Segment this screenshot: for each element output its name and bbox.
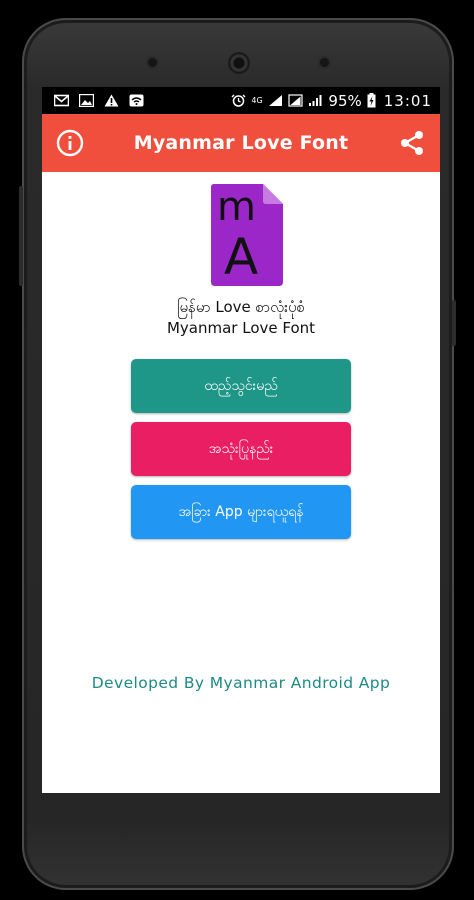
signal-bars-icon [309, 95, 322, 106]
how-to-use-button-label: အသုံးပြုနည်း [208, 440, 274, 457]
alarm-icon [231, 94, 246, 107]
app-title-bar-text: Myanmar Love Font [133, 132, 349, 154]
wifi-hotspot-icon [129, 94, 144, 107]
install-button-label: ထည့်သွင်းမည် [204, 377, 278, 394]
install-button[interactable]: ထည့်သွင်းမည် [131, 359, 351, 413]
more-apps-button[interactable]: အခြား App များရယူရန် [131, 485, 351, 539]
share-button[interactable] [384, 114, 440, 172]
app-bar: Myanmar Love Font [42, 114, 440, 172]
app-name-english: Myanmar Love Font [166, 319, 316, 337]
signal-icon [288, 94, 304, 107]
battery-charging-icon [367, 93, 376, 108]
screen: 4G 95% 13:01 Myanmar Love Font m A မြန်မ… [42, 87, 440, 793]
warning-icon [104, 94, 119, 107]
more-apps-button-label: အခြား App များရယူရန် [178, 503, 304, 520]
logo-letter-m: m [217, 184, 256, 230]
clock: 13:01 [383, 91, 432, 110]
image-icon [79, 94, 94, 107]
signal-icon [269, 95, 283, 106]
mail-icon [54, 94, 69, 107]
developer-credit: Developed By Myanmar Android App [91, 674, 391, 692]
network-type: 4G [251, 95, 263, 105]
info-icon [56, 129, 84, 157]
side-button [19, 186, 23, 286]
side-button [452, 300, 456, 346]
app-name: မြန်မာ Love စာလုံးပုံစံ Myanmar Love Fon… [42, 297, 440, 339]
app-name-myanmar: မြန်မာ Love စာလုံးပုံစံ [177, 298, 305, 316]
status-bar: 4G 95% 13:01 [42, 87, 440, 114]
front-camera [148, 58, 157, 67]
share-icon [401, 131, 423, 155]
earpiece-speaker [228, 52, 250, 74]
battery-percent: 95% [328, 91, 362, 110]
app-logo-icon: m A [211, 184, 283, 286]
logo-letter-a: A [224, 228, 258, 286]
proximity-sensor [320, 58, 329, 67]
info-button[interactable] [42, 114, 98, 172]
how-to-use-button[interactable]: အသုံးပြုနည်း [131, 422, 351, 476]
